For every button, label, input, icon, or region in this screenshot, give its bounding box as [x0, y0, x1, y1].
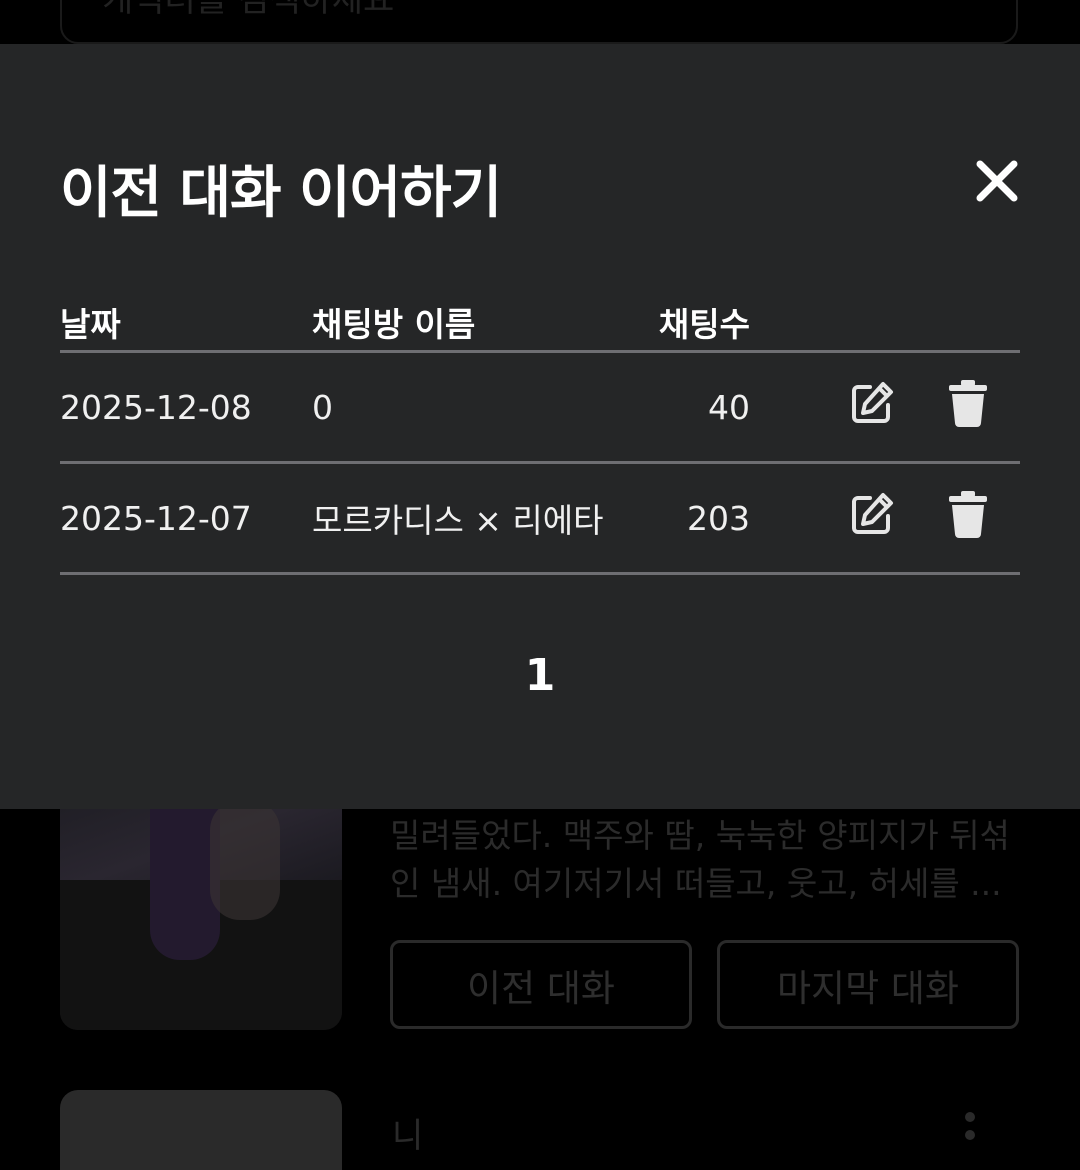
- row-name: 모르카디스 × 리에타: [312, 462, 642, 575]
- chat-history-table: 날짜 채팅방 이름 채팅수 2025-12-08 0 40 2025-12-07…: [60, 298, 1020, 575]
- row-count: 203: [642, 462, 750, 575]
- pagination: 1: [0, 650, 1080, 701]
- last-chat-button: 마지막 대화: [717, 940, 1019, 1029]
- character-description: 밀려들었다. 맥주와 땀, 눅눅한 양피지가 뒤섞인 냄새. 여기저기서 떠들고…: [390, 816, 1010, 903]
- previous-chat-button: 이전 대화: [390, 940, 692, 1029]
- close-icon[interactable]: [974, 158, 1020, 204]
- column-header-count: 채팅수: [642, 298, 750, 353]
- column-header-name: 채팅방 이름: [312, 298, 642, 353]
- trash-icon[interactable]: [948, 490, 988, 546]
- previous-chats-modal: 이전 대화 이어하기 날짜 채팅방 이름 채팅수 2025-12-08 0 40: [0, 44, 1080, 809]
- column-header-date: 날짜: [60, 298, 312, 353]
- row-date: 2025-12-07: [60, 462, 312, 575]
- table-row[interactable]: 2025-12-08 0 40: [60, 351, 1020, 464]
- row-date: 2025-12-08: [60, 351, 312, 464]
- row-name: 0: [312, 351, 642, 464]
- edit-icon[interactable]: [848, 490, 896, 546]
- character-thumbnail-2: [60, 1090, 342, 1170]
- page-number-current[interactable]: 1: [525, 650, 556, 701]
- row-count: 40: [642, 351, 750, 464]
- table-row[interactable]: 2025-12-07 모르카디스 × 리에타 203: [60, 462, 1020, 575]
- edit-icon[interactable]: [848, 379, 896, 435]
- search-placeholder: 캐릭터를 검색하세요: [102, 0, 395, 20]
- trash-icon[interactable]: [948, 379, 988, 435]
- modal-title: 이전 대화 이어하기: [60, 161, 502, 226]
- search-icon: [934, 0, 980, 10]
- table-header-row: 날짜 채팅방 이름 채팅수: [60, 298, 1020, 353]
- more-icon: [965, 1112, 975, 1148]
- character-name-2: 니: [392, 1116, 424, 1156]
- search-bar: 캐릭터를 검색하세요: [60, 0, 1018, 44]
